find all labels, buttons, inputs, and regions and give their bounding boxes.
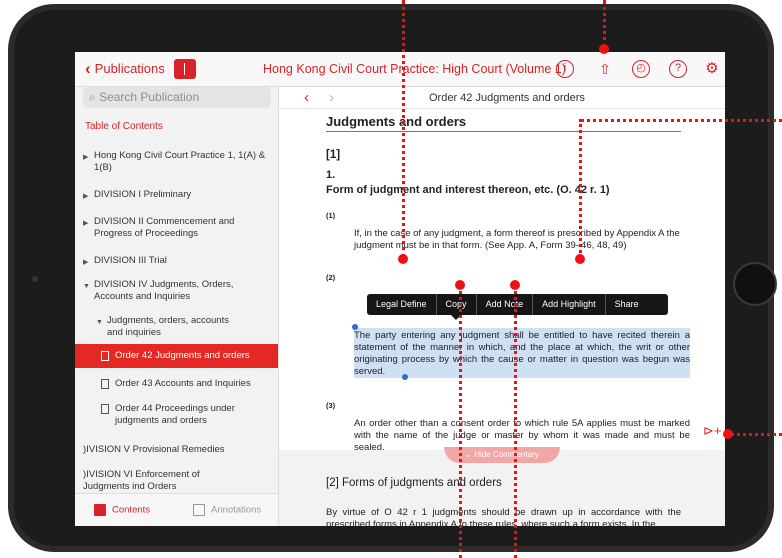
callout-dot-share (599, 44, 609, 54)
toggle-sidebar-button[interactable] (174, 59, 196, 79)
document-icon (101, 379, 109, 389)
document-icon (101, 404, 109, 414)
camera (32, 276, 38, 282)
subrule-label: (2) (326, 273, 336, 282)
share-selection-button[interactable]: Share (606, 294, 648, 315)
tab-contents[interactable]: Contents (94, 504, 150, 516)
back-label: Publications (94, 61, 165, 76)
toc-heading: Table of Contents (85, 121, 163, 132)
home-button[interactable] (733, 262, 777, 306)
toc-item[interactable]: ▶ Hong Kong Civil Court Practice 1, 1(A)… (75, 150, 278, 178)
back-to-publications-button[interactable]: ‹ Publications (85, 58, 165, 78)
callout-line-highlight (579, 119, 582, 258)
callout-line-highlight-h (581, 119, 782, 122)
callout-line-legal-define (402, 0, 405, 258)
paragraph-number: [1] (326, 149, 341, 161)
callout-line-annotation (731, 433, 782, 436)
share-icon[interactable]: ⇧ (596, 60, 614, 78)
toc-item[interactable]: ▼ DIVISION IV Judgments, Orders, Account… (75, 279, 278, 307)
collapse-arrow-icon: ▼ (83, 283, 90, 290)
info-icon[interactable]: i (556, 60, 574, 78)
toc-item[interactable]: ▶ DIVISION III Trial (75, 255, 278, 271)
expand-arrow-icon: ▶ (83, 259, 89, 266)
app-screen: ‹ Publications Hong Kong Civil Court Pra… (75, 52, 725, 526)
toc-item[interactable]: ▶ DIVISION II Commencement and Progress … (75, 216, 278, 244)
toc-item[interactable]: ▼ Judgments, orders, accounts and inquir… (75, 315, 278, 343)
help-icon[interactable]: ? (669, 60, 687, 78)
search-placeholder: Search Publication (99, 90, 200, 104)
chevron-left-icon: ‹ (85, 58, 91, 78)
rule-number: 1. (326, 169, 336, 181)
history-icon[interactable]: ◴ (632, 60, 650, 78)
callout-dot-legal-define (398, 254, 408, 264)
toc-item-active[interactable]: Order 42 Judgments and orders (75, 344, 278, 368)
heading-rule (326, 131, 681, 132)
next-chapter-icon[interactable]: › (329, 89, 334, 106)
chapter-title: Order 42 Judgments and orders (429, 92, 585, 104)
previous-chapter-icon[interactable]: ‹ (304, 89, 309, 106)
tab-annotations[interactable]: Annotations (193, 504, 261, 516)
subrule-label: (3) (326, 401, 336, 410)
publication-title: Hong Kong Civil Court Practice: High Cou… (263, 62, 566, 76)
add-annotation-icon[interactable]: ⊳+ (703, 423, 721, 439)
search-icon: ⌕ (89, 90, 100, 104)
document-icon (101, 351, 109, 361)
book-icon (94, 504, 106, 516)
collapse-arrow-icon: ▼ (96, 319, 103, 326)
commentary-text: By virtue of O 42 r 1 judgments should b… (326, 507, 681, 526)
toc-item[interactable]: )IVISION V Provisional Remedies (75, 444, 278, 460)
search-input[interactable]: ⌕ Search Publication (83, 87, 271, 108)
section-heading: Judgments and orders (326, 114, 467, 129)
annotation-icon (193, 504, 205, 516)
rule-title: Form of judgment and interest thereon, e… (326, 184, 610, 196)
callout-line-copy (459, 284, 462, 558)
selected-text[interactable]: The party entering any judgment shall be… (354, 330, 690, 378)
callout-dot-highlight (575, 254, 585, 264)
sidebar-footer: Contents Annotations (75, 493, 278, 526)
toc-item[interactable]: ▶ DIVISION I Preliminary (75, 189, 278, 205)
add-highlight-button[interactable]: Add Highlight (533, 294, 606, 315)
chevron-down-icon: ⌄ (465, 450, 475, 459)
settings-icon[interactable]: ⚙ (703, 60, 721, 78)
expand-arrow-icon: ▶ (83, 154, 89, 161)
callout-line-add-note (514, 284, 517, 558)
toc-item[interactable]: Order 43 Accounts and Inquiries (75, 378, 278, 394)
copy-button[interactable]: Copy (437, 294, 477, 315)
chapter-nav: ‹ › Order 42 Judgments and orders (279, 87, 725, 109)
document-content: ‹ › Order 42 Judgments and orders Judgme… (279, 87, 725, 526)
sidebar: ⌕ Search Publication Table of Contents ▶… (75, 87, 279, 526)
legal-define-button[interactable]: Legal Define (367, 294, 437, 315)
expand-arrow-icon: ▶ (83, 220, 89, 227)
text-context-menu: Legal Define Copy Add Note Add Highlight… (367, 294, 668, 315)
add-note-button[interactable]: Add Note (477, 294, 534, 315)
top-bar: ‹ Publications Hong Kong Civil Court Pra… (75, 52, 725, 87)
commentary-title: [2] Forms of judgments and orders (326, 477, 502, 489)
callout-line-share (603, 0, 606, 48)
subrule-label: (1) (326, 211, 336, 220)
toc-item[interactable]: Order 44 Proceedings under judgments and… (75, 403, 278, 431)
expand-arrow-icon: ▶ (83, 193, 89, 200)
